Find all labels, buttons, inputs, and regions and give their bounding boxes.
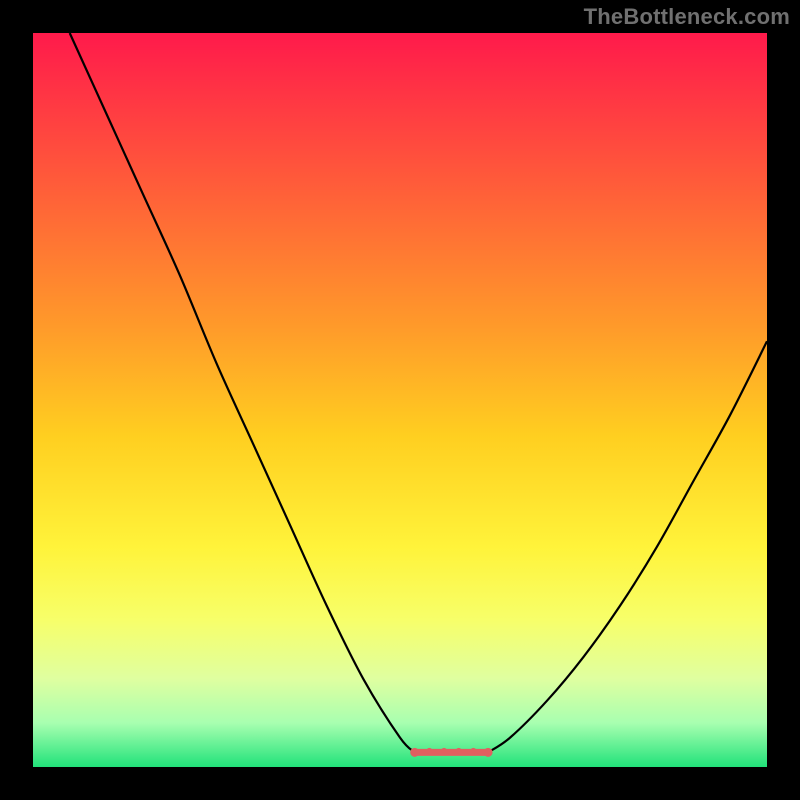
chart-svg <box>0 0 800 800</box>
basin-marker <box>410 748 492 757</box>
watermark-text: TheBottleneck.com <box>584 4 790 30</box>
plot-background <box>33 33 767 767</box>
chart-frame: TheBottleneck.com <box>0 0 800 800</box>
